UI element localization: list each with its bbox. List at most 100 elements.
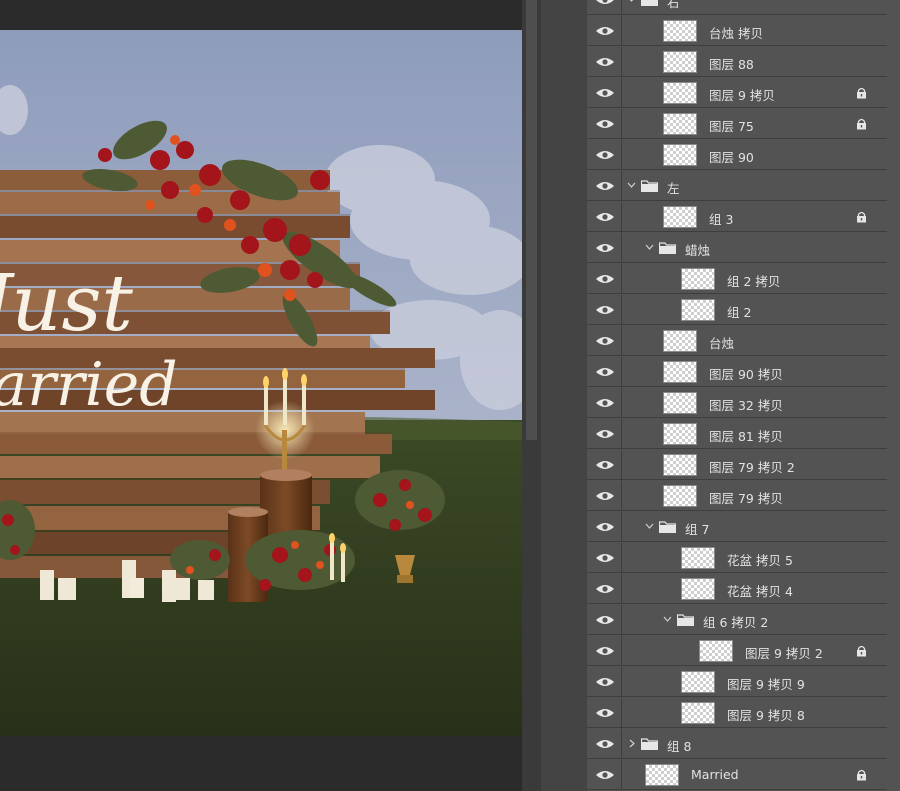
visibility-eye-icon[interactable] (595, 428, 615, 440)
lock-icon[interactable] (856, 118, 867, 130)
layer-row[interactable]: 图层 90 (587, 140, 887, 170)
visibility-eye-icon[interactable] (595, 397, 615, 409)
visibility-eye-icon[interactable] (595, 676, 615, 688)
visibility-eye-icon[interactable] (595, 614, 615, 626)
layer-thumbnail (663, 20, 697, 42)
visibility-eye-icon[interactable] (595, 87, 615, 99)
layer-thumbnail (663, 144, 697, 166)
layer-row[interactable]: 组 3 (587, 202, 887, 232)
layer-name: 图层 32 拷贝 (709, 398, 783, 413)
layer-name: 组 3 (709, 212, 734, 227)
layer-thumbnail (645, 764, 679, 786)
lock-icon[interactable] (856, 769, 867, 781)
canvas-vertical-scrollbar[interactable] (522, 0, 541, 791)
visibility-eye-icon[interactable] (595, 366, 615, 378)
visibility-eye-icon[interactable] (595, 118, 615, 130)
visibility-eye-icon[interactable] (595, 707, 615, 719)
visibility-eye-icon[interactable] (595, 583, 615, 595)
visibility-eye-icon[interactable] (595, 211, 615, 223)
layer-group-row[interactable]: 组 8 (587, 729, 887, 759)
layer-row[interactable]: 图层 90 拷贝 (587, 357, 887, 387)
row-separator (621, 512, 622, 541)
chevron-right-icon[interactable] (627, 739, 636, 748)
layer-row[interactable]: 图层 32 拷贝 (587, 388, 887, 418)
visibility-eye-icon[interactable] (595, 738, 615, 750)
layer-row[interactable]: 图层 79 拷贝 (587, 481, 887, 511)
layer-row[interactable]: 组 2 拷贝 (587, 264, 887, 294)
visibility-eye-icon[interactable] (595, 304, 615, 316)
layer-row[interactable]: 台烛 拷贝 (587, 16, 887, 46)
visibility-eye-icon[interactable] (595, 769, 615, 781)
document-canvas-area[interactable]: Just Married (0, 0, 522, 791)
lock-icon[interactable] (856, 645, 867, 657)
folder-icon (641, 0, 658, 6)
chevron-down-icon[interactable] (627, 181, 636, 190)
visibility-eye-icon[interactable] (595, 180, 615, 192)
layers-panel-scrollbar[interactable] (887, 0, 900, 791)
layer-name: 图层 9 拷贝 2 (745, 646, 823, 661)
layer-row[interactable]: 图层 9 拷贝 (587, 78, 887, 108)
layer-row[interactable]: 图层 75 (587, 109, 887, 139)
row-separator (621, 667, 622, 696)
row-separator (621, 202, 622, 231)
visibility-eye-icon[interactable] (595, 25, 615, 37)
row-separator (621, 140, 622, 169)
folder-icon (659, 242, 676, 254)
layers-panel[interactable]: 右台烛 拷贝 图层 88 图层 9 拷贝图层 75 图层 90 左组 3 蜡烛组 2 拷贝… (587, 0, 900, 791)
row-separator (621, 295, 622, 324)
row-separator (621, 233, 622, 262)
layer-name: 右 (667, 0, 680, 10)
layer-row[interactable]: 图层 88 (587, 47, 887, 77)
row-separator (621, 357, 622, 386)
layer-row[interactable]: 图层 79 拷贝 2 (587, 450, 887, 480)
layer-name: Married (691, 767, 739, 782)
lock-icon[interactable] (856, 211, 867, 223)
layer-row[interactable]: 台烛 (587, 326, 887, 356)
layer-name: 图层 81 拷贝 (709, 429, 783, 444)
layer-thumbnail (663, 51, 697, 73)
chevron-down-icon[interactable] (645, 243, 654, 252)
layer-row[interactable]: 花盆 拷贝 5 (587, 543, 887, 573)
layer-group-row[interactable]: 组 6 拷贝 2 (587, 605, 887, 635)
sign-text-line2: Married (0, 350, 178, 420)
scrollbar-thumb[interactable] (526, 0, 537, 440)
layer-name: 组 7 (685, 522, 710, 537)
visibility-eye-icon[interactable] (595, 273, 615, 285)
visibility-eye-icon[interactable] (595, 552, 615, 564)
layer-group-row[interactable]: 左 (587, 171, 887, 201)
visibility-eye-icon[interactable] (595, 0, 615, 6)
chevron-down-icon[interactable] (645, 522, 654, 531)
wedding-scene-canvas[interactable]: Just Married (0, 30, 522, 736)
layer-group-row[interactable]: 右 (587, 0, 887, 15)
sign-text-line1: Just (0, 259, 134, 349)
row-separator (621, 760, 622, 789)
layer-row[interactable]: 花盆 拷贝 4 (587, 574, 887, 604)
layer-row[interactable]: 图层 9 拷贝 9 (587, 667, 887, 697)
chevron-down-icon[interactable] (663, 615, 672, 624)
visibility-eye-icon[interactable] (595, 335, 615, 347)
row-separator (621, 78, 622, 107)
layer-group-row[interactable]: 蜡烛 (587, 233, 887, 263)
visibility-eye-icon[interactable] (595, 645, 615, 657)
layer-row[interactable]: 组 2 (587, 295, 887, 325)
layer-name: 图层 79 拷贝 (709, 491, 783, 506)
layer-row[interactable]: 图层 9 拷贝 2 (587, 636, 887, 666)
layer-group-row[interactable]: 组 7 (587, 512, 887, 542)
layer-row[interactable]: 图层 81 拷贝 (587, 419, 887, 449)
folder-icon (659, 521, 676, 533)
layer-name: 蜡烛 (685, 243, 711, 258)
layer-row[interactable]: 图层 9 拷贝 8 (587, 698, 887, 728)
lock-icon[interactable] (856, 87, 867, 99)
layer-thumbnail (663, 454, 697, 476)
visibility-eye-icon[interactable] (595, 521, 615, 533)
layer-name: 台烛 (709, 336, 735, 351)
visibility-eye-icon[interactable] (595, 490, 615, 502)
chevron-down-icon[interactable] (627, 0, 636, 4)
layer-row[interactable]: Married (587, 760, 887, 790)
layer-name: 图层 75 (709, 119, 754, 134)
layer-thumbnail (663, 361, 697, 383)
visibility-eye-icon[interactable] (595, 242, 615, 254)
visibility-eye-icon[interactable] (595, 56, 615, 68)
visibility-eye-icon[interactable] (595, 459, 615, 471)
visibility-eye-icon[interactable] (595, 149, 615, 161)
